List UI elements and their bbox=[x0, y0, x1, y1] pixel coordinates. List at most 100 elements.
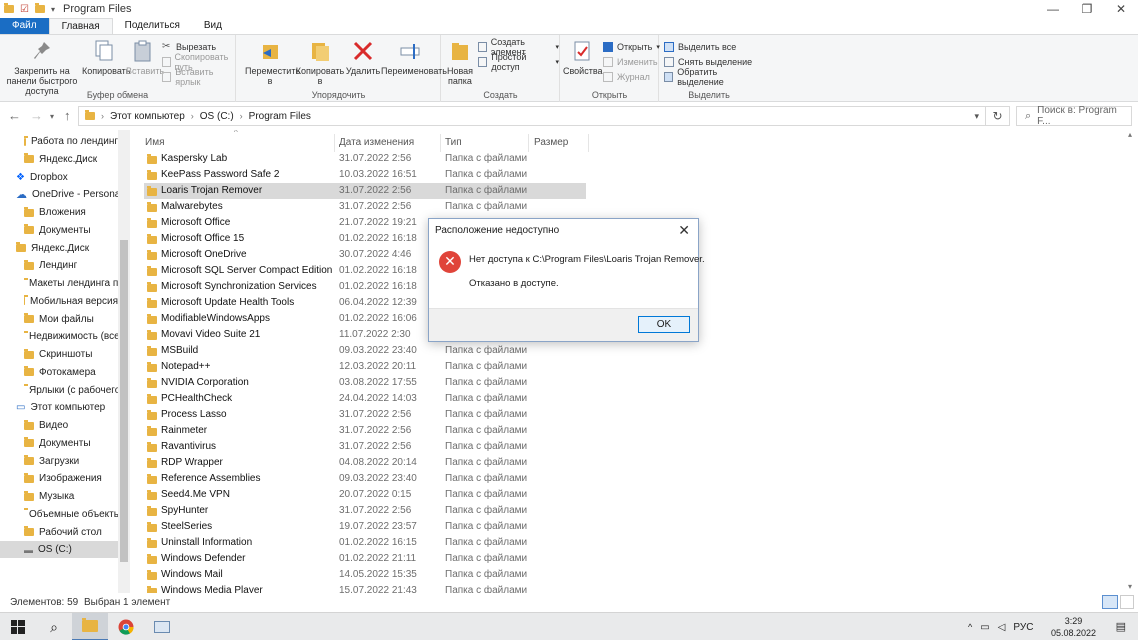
chevron-right-icon[interactable]: › bbox=[191, 111, 194, 121]
new-folder-quick-icon[interactable] bbox=[34, 3, 45, 13]
file-list-scrollbar[interactable]: ▴ ▾ bbox=[1126, 130, 1138, 593]
nav-item[interactable]: Объемные объекты bbox=[0, 506, 121, 523]
nav-item[interactable]: Работа по лендинг bbox=[0, 133, 118, 150]
maximize-button[interactable]: ❐ bbox=[1070, 0, 1104, 18]
scroll-up-icon[interactable]: ▴ bbox=[1128, 130, 1132, 139]
chrome-taskbar-button[interactable] bbox=[108, 613, 144, 640]
start-button[interactable] bbox=[0, 613, 36, 640]
file-row[interactable]: Kaspersky Lab 31.07.2022 2:56 Папка с файл… bbox=[144, 151, 586, 167]
chevron-right-icon[interactable]: › bbox=[240, 111, 243, 121]
file-row[interactable]: Windows Mail 14.05.2022 15:35 Папка с файл… bbox=[144, 567, 586, 583]
delete-button[interactable]: Удалить bbox=[345, 39, 381, 76]
search-input[interactable]: ⌕ Поиск в: Program F... bbox=[1016, 105, 1132, 127]
column-header-name[interactable]: Имя bbox=[145, 134, 164, 152]
nav-scrollbar[interactable] bbox=[118, 130, 130, 593]
forward-arrow-icon[interactable]: → bbox=[30, 108, 43, 123]
paste-button[interactable]: Вставить bbox=[126, 39, 164, 76]
column-divider[interactable] bbox=[588, 134, 589, 152]
file-row[interactable]: Windows Defender 01.02.2022 21:11 Папка с … bbox=[144, 551, 586, 567]
tab-view[interactable]: Вид bbox=[192, 18, 234, 34]
file-row[interactable]: Rainmeter 31.07.2022 2:56 Папка с файлами bbox=[144, 423, 586, 439]
chevron-right-icon[interactable]: › bbox=[101, 111, 104, 121]
easy-access-button[interactable]: Простой доступ ▾ bbox=[478, 52, 559, 72]
paste-shortcut-button[interactable]: Вставить ярлык bbox=[162, 67, 235, 87]
file-row[interactable]: MSBuild 09.03.2022 23:40 Папка с файлами bbox=[144, 343, 586, 359]
recent-locations-icon[interactable]: ▾ bbox=[50, 112, 54, 121]
app-taskbar-button[interactable] bbox=[144, 613, 180, 640]
clock[interactable]: 3:29 05.08.2022 bbox=[1051, 615, 1096, 639]
tab-home[interactable]: Главная bbox=[48, 18, 113, 34]
tab-file[interactable]: Файл bbox=[0, 18, 49, 34]
nav-item[interactable]: Вложения bbox=[0, 204, 118, 221]
file-row[interactable]: PCHealthCheck 24.04.2022 14:03 Папка с фай… bbox=[144, 391, 586, 407]
nav-item[interactable]: Рабочий стол bbox=[0, 524, 118, 541]
column-header-size[interactable]: Размер bbox=[534, 134, 568, 152]
edit-button[interactable]: Изменить bbox=[603, 55, 658, 69]
file-row[interactable]: NVIDIA Corporation 03.08.2022 17:55 Папка … bbox=[144, 375, 586, 391]
file-row[interactable]: Notepad++ 12.03.2022 20:11 Папка с файлами bbox=[144, 359, 586, 375]
history-button[interactable]: Журнал bbox=[603, 70, 650, 84]
customize-quick-access-icon[interactable]: ▾ bbox=[51, 5, 55, 14]
nav-item[interactable]: Скриншоты bbox=[0, 346, 118, 363]
nav-item[interactable]: ❖ Dropbox bbox=[0, 169, 118, 186]
file-row[interactable]: Process Lasso 31.07.2022 2:56 Папка с файл… bbox=[144, 407, 586, 423]
column-divider[interactable] bbox=[334, 134, 335, 152]
address-dropdown-icon[interactable]: ▾ bbox=[974, 111, 979, 122]
column-header-date[interactable]: Дата изменения bbox=[339, 134, 414, 152]
open-button[interactable]: Открыть ▾ bbox=[603, 40, 660, 54]
column-header-type[interactable]: Тип bbox=[445, 134, 462, 152]
ok-button[interactable]: OK bbox=[638, 316, 690, 333]
nav-item[interactable]: Лендинг bbox=[0, 257, 118, 274]
file-row[interactable]: Malwarebytes 31.07.2022 2:56 Папка с файла… bbox=[144, 199, 586, 215]
nav-item[interactable]: ☁ OneDrive - Personal bbox=[0, 186, 123, 203]
nav-item[interactable]: Изображения bbox=[0, 470, 118, 487]
properties-quick-icon[interactable]: ☑ bbox=[20, 4, 29, 15]
nav-item[interactable]: Недвижимость (все bbox=[0, 328, 120, 345]
address-bar[interactable]: › Этот компьютер › OS (C:) › Program Fil… bbox=[78, 106, 986, 126]
breadcrumb-this-pc[interactable]: Этот компьютер bbox=[110, 111, 185, 122]
close-button[interactable]: ✕ bbox=[1104, 0, 1138, 18]
breadcrumb-program-files[interactable]: Program Files bbox=[249, 111, 311, 122]
nav-scrollbar-thumb[interactable] bbox=[120, 240, 128, 562]
pin-quick-access-button[interactable]: Закрепить на панели быстрого доступа bbox=[2, 39, 82, 96]
properties-button[interactable]: Свойства bbox=[563, 39, 603, 76]
scroll-down-icon[interactable]: ▾ bbox=[1128, 582, 1132, 591]
new-folder-button[interactable]: Новая папка bbox=[444, 39, 476, 86]
file-row[interactable]: Uninstall Information 01.02.2022 16:15 Пап… bbox=[144, 535, 586, 551]
rename-button[interactable]: Переименовать bbox=[381, 39, 447, 76]
nav-item[interactable]: Документы bbox=[0, 222, 118, 239]
nav-item[interactable]: ▬ OS (C:) bbox=[0, 541, 118, 559]
move-to-button[interactable]: Переместить в bbox=[245, 39, 300, 86]
nav-item[interactable]: ▭ Этот компьютер bbox=[0, 399, 118, 416]
nav-item[interactable]: Ярлыки (с рабочего bbox=[0, 382, 120, 399]
nav-item[interactable]: Документы bbox=[0, 435, 118, 452]
minimize-button[interactable]: — bbox=[1036, 0, 1070, 18]
nav-item[interactable]: Макеты лендинга п bbox=[0, 275, 118, 292]
file-explorer-taskbar-button[interactable] bbox=[72, 613, 108, 640]
up-arrow-icon[interactable]: ↑ bbox=[64, 108, 71, 123]
file-row[interactable]: Loaris Trojan Remover 31.07.2022 2:56 Папк… bbox=[144, 183, 586, 199]
dialog-close-icon[interactable]: ✕ bbox=[678, 222, 690, 239]
select-all-button[interactable]: Выделить все bbox=[664, 40, 736, 54]
file-row[interactable]: Windows Media Player 15.07.2022 21:43 Папк… bbox=[144, 583, 586, 593]
copy-to-button[interactable]: Копировать в bbox=[295, 39, 345, 86]
large-icons-view-button[interactable] bbox=[1120, 595, 1134, 609]
nav-item[interactable]: Мои файлы bbox=[0, 311, 118, 328]
breadcrumb-drive[interactable]: OS (C:) bbox=[200, 111, 234, 122]
details-view-button[interactable] bbox=[1102, 595, 1118, 609]
copy-button[interactable]: Копировать bbox=[82, 39, 130, 76]
file-row[interactable]: Seed4.Me VPN 20.07.2022 0:15 Папка с файла… bbox=[144, 487, 586, 503]
file-row[interactable]: RDP Wrapper 04.08.2022 20:14 Папка с файла… bbox=[144, 455, 586, 471]
file-row[interactable]: Ravantivirus 31.07.2022 2:56 Папка с файла… bbox=[144, 439, 586, 455]
nav-item[interactable]: Яндекс.Диск bbox=[0, 151, 118, 168]
show-hidden-icons-icon[interactable]: ^ bbox=[968, 622, 972, 632]
nav-item[interactable]: Яндекс.Диск bbox=[0, 240, 118, 257]
volume-icon[interactable]: ◁ bbox=[998, 622, 1006, 633]
file-row[interactable]: KeePass Password Safe 2 10.03.2022 16:51 П… bbox=[144, 167, 586, 183]
notifications-icon[interactable]: ▤ bbox=[1116, 620, 1126, 633]
search-taskbar-button[interactable]: ⌕ bbox=[36, 613, 72, 640]
column-divider[interactable] bbox=[440, 134, 441, 152]
nav-item[interactable]: Фотокамера bbox=[0, 364, 118, 381]
file-row[interactable]: SteelSeries 19.07.2022 23:57 Папка с файла… bbox=[144, 519, 586, 535]
refresh-button[interactable]: ↻ bbox=[986, 106, 1010, 126]
